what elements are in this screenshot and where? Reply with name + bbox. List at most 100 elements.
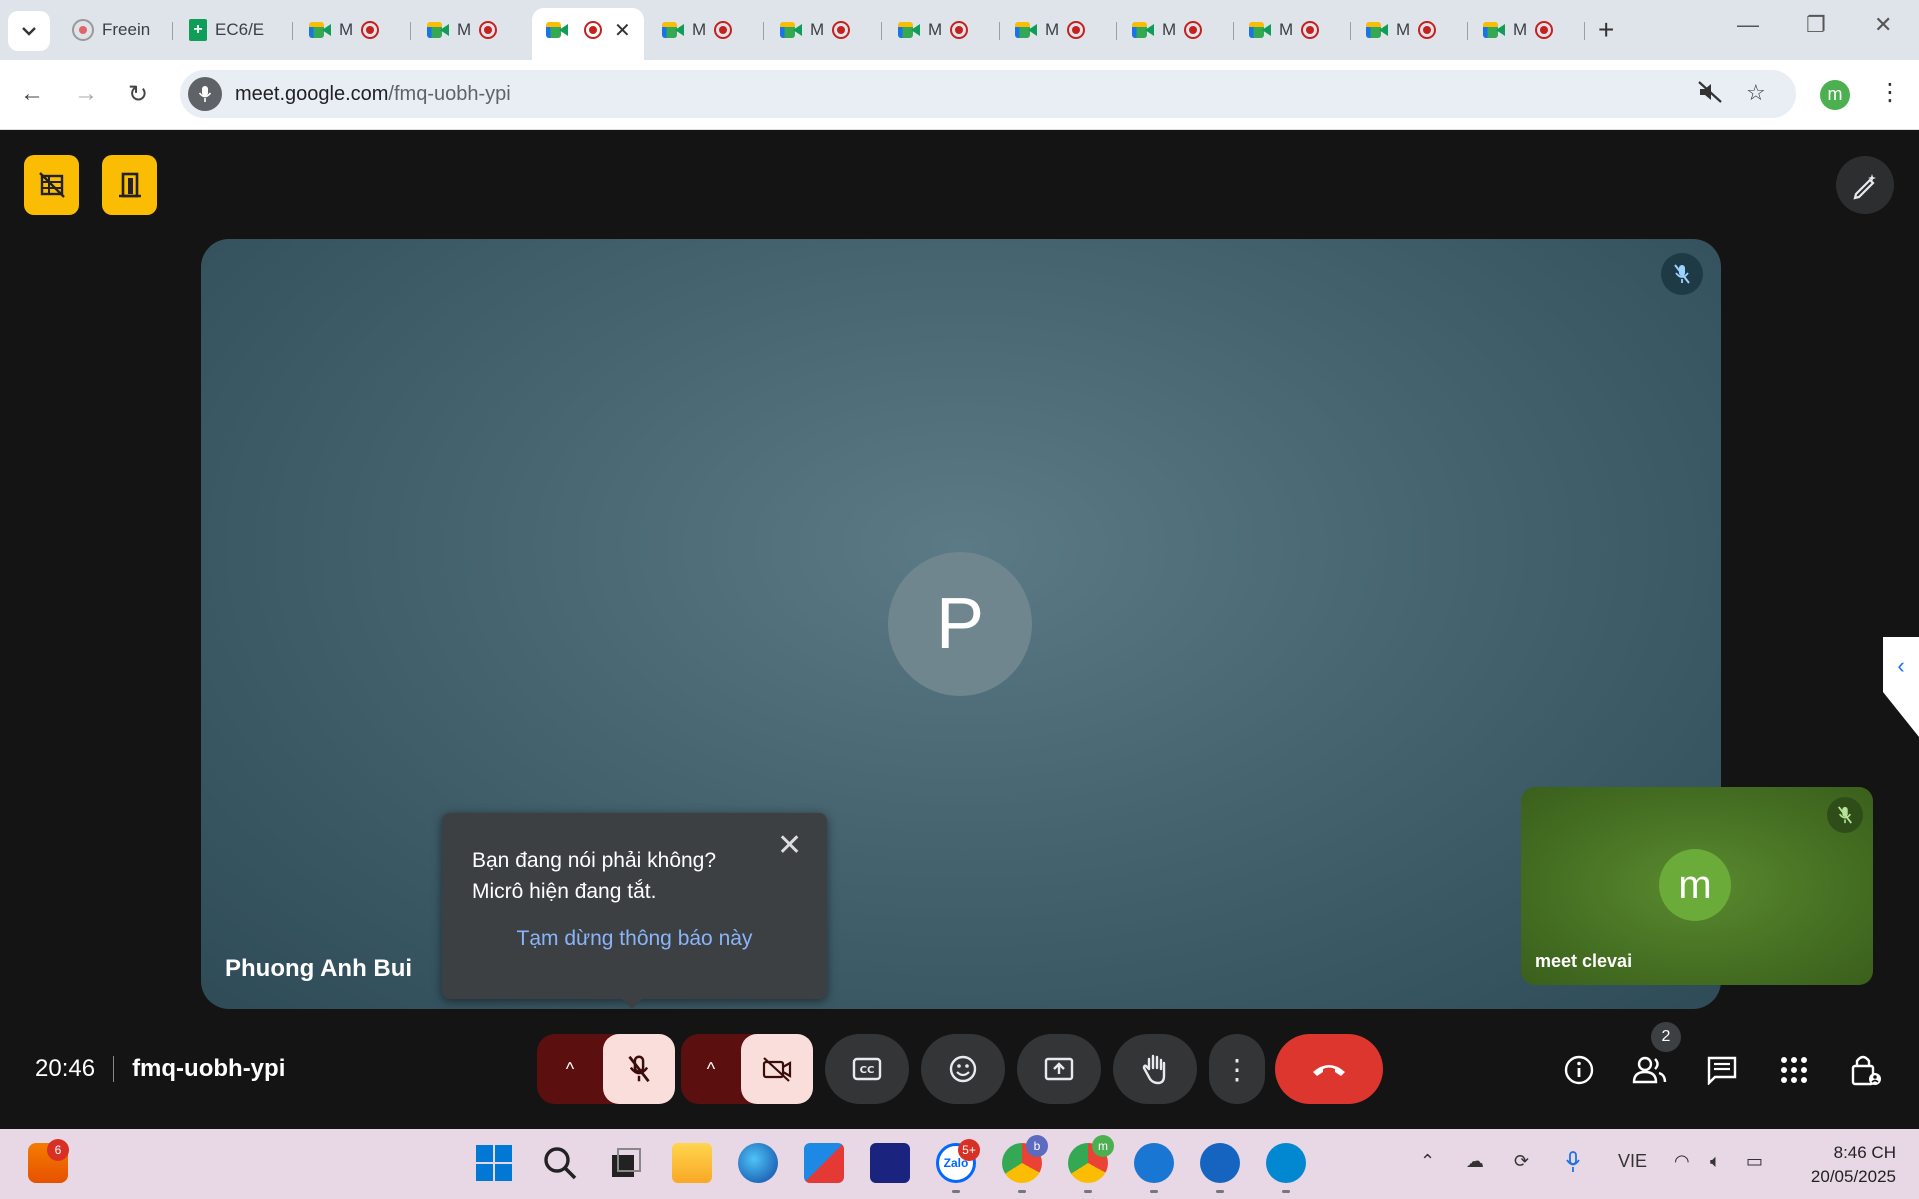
edge-icon[interactable] [738, 1143, 778, 1183]
leave-call-button[interactable] [1275, 1034, 1383, 1104]
reactions-button[interactable] [921, 1034, 1005, 1104]
captions-button[interactable]: CC [825, 1034, 909, 1104]
chat-button[interactable] [1702, 1050, 1742, 1090]
meet-icon [898, 21, 920, 39]
effects-pen-button[interactable] [1836, 156, 1894, 214]
people-icon [1632, 1056, 1667, 1084]
back-button[interactable]: ← [20, 80, 44, 108]
phone-app-icon[interactable] [1134, 1143, 1174, 1183]
tab-label: M [692, 20, 707, 39]
url-text: meet.google.com/fmq-uobh-ypi [235, 83, 511, 106]
self-participant-tile[interactable]: m meet clevai [1521, 787, 1873, 985]
tab-search-button[interactable] [8, 11, 50, 51]
microphone-icon[interactable] [188, 77, 222, 111]
microphone-tray-icon[interactable] [1566, 1151, 1580, 1178]
tab-freein[interactable]: Freein [58, 10, 173, 50]
reload-button[interactable]: ↻ [128, 80, 148, 109]
tab-label: M [457, 20, 472, 39]
restore-button[interactable]: ❐ [1806, 12, 1826, 38]
address-bar[interactable]: meet.google.com/fmq-uobh-ypi ☆ [180, 70, 1796, 118]
tab-meet[interactable]: M [1001, 10, 1117, 50]
recording-icon [832, 21, 851, 39]
self-name: meet clevai [1535, 951, 1633, 971]
meet-icon [780, 21, 802, 39]
windows-start-icon[interactable] [474, 1143, 514, 1183]
host-controls-button[interactable] [1846, 1050, 1886, 1090]
meeting-details-button[interactable] [1559, 1050, 1599, 1090]
side-panel-toggle[interactable]: ‹ [1883, 637, 1919, 737]
search-icon[interactable] [540, 1143, 580, 1183]
tab-meet[interactable]: M [295, 10, 411, 50]
battery-icon[interactable]: ▭ [1746, 1151, 1763, 1172]
more-options-button[interactable]: ⋮ [1209, 1034, 1265, 1104]
tab-label: M [1162, 20, 1177, 39]
info-icon [1564, 1055, 1594, 1085]
hang-up-icon [1313, 1065, 1345, 1076]
people-button[interactable] [1630, 1050, 1670, 1090]
tab-meet-active[interactable]: ✕ [532, 8, 644, 60]
close-tab-icon[interactable]: ✕ [614, 18, 631, 43]
extension-door-button[interactable] [102, 155, 157, 215]
onedrive-icon[interactable]: ☁ [1466, 1151, 1484, 1172]
raise-hand-button[interactable] [1113, 1034, 1197, 1104]
closed-captions-icon: CC [852, 1057, 882, 1081]
store-icon[interactable] [804, 1143, 844, 1183]
app-m-icon[interactable] [870, 1143, 910, 1183]
new-tab-button[interactable]: + [1598, 14, 1614, 46]
tab-meet[interactable]: M [648, 10, 764, 50]
task-view-icon[interactable] [606, 1143, 646, 1183]
mic-options-chevron-up-icon[interactable]: ^ [537, 1059, 603, 1080]
close-icon[interactable]: ✕ [777, 831, 802, 861]
tab-label: M [1279, 20, 1294, 39]
recording-icon [714, 21, 733, 39]
activities-button[interactable] [1774, 1050, 1814, 1090]
camera-options-chevron-up-icon[interactable]: ^ [681, 1059, 741, 1080]
forward-button[interactable]: → [74, 80, 98, 108]
mic-toggle-button[interactable] [603, 1034, 675, 1104]
browser-menu-icon[interactable]: ⋮ [1878, 78, 1902, 107]
minimize-button[interactable]: — [1737, 12, 1759, 38]
volume-icon[interactable]: 🔈︎ [1710, 1151, 1721, 1172]
tab-meet[interactable]: M [413, 10, 529, 50]
windows-taskbar: 6 Zalo 5+ b m ⌃ ☁ ⟳ VIE ◠ 🔈︎ ▭ 8:46 CH 2… [0, 1129, 1919, 1199]
tab-sheet[interactable]: + EC6/E [175, 10, 293, 50]
tab-meet[interactable]: M [884, 10, 1000, 50]
grid-off-icon [38, 172, 65, 198]
wifi-icon[interactable]: ◠ [1674, 1151, 1690, 1172]
meeting-info: 20:46 fmq-uobh-ypi [35, 1055, 285, 1083]
meet-icon [1249, 21, 1271, 39]
meet-icon [546, 21, 568, 39]
recording-icon [1418, 21, 1437, 39]
meeting-code: fmq-uobh-ypi [132, 1055, 286, 1082]
tab-meet[interactable]: M [1352, 10, 1468, 50]
widget-badge: 6 [47, 1139, 69, 1161]
profile-avatar[interactable]: m [1820, 80, 1850, 110]
tab-label: Freein [102, 20, 151, 39]
tab-bar: Freein + EC6/E M M ✕ M M M M M M M M + —… [0, 0, 1919, 60]
tab-meet[interactable]: M [1235, 10, 1351, 50]
sync-icon[interactable]: ⟳ [1514, 1151, 1529, 1172]
tab-muted-icon[interactable] [1697, 80, 1723, 110]
tab-meet[interactable]: M [1469, 10, 1585, 50]
pause-notification-link[interactable]: Tạm dừng thông báo này [442, 927, 827, 951]
tab-meet[interactable]: M [1118, 10, 1234, 50]
remote-desktop-icon[interactable] [1266, 1143, 1306, 1183]
system-clock[interactable]: 8:46 CH 20/05/2025 [1796, 1141, 1896, 1189]
meet-icon [309, 21, 331, 39]
tab-meet[interactable]: M [766, 10, 882, 50]
bookmark-star-icon[interactable]: ☆ [1746, 80, 1766, 106]
camera-toggle-button[interactable] [741, 1034, 813, 1104]
input-language[interactable]: VIE [1618, 1151, 1647, 1172]
close-window-button[interactable]: ✕ [1874, 12, 1892, 38]
speedtest-icon[interactable] [1200, 1143, 1240, 1183]
extension-grid-off-button[interactable] [24, 155, 79, 215]
chevron-up-icon[interactable]: ⌃ [1420, 1151, 1435, 1172]
main-participant-tile[interactable]: P Phuong Anh Bui [201, 239, 1721, 1009]
door-icon [118, 172, 141, 198]
file-explorer-icon[interactable] [672, 1143, 712, 1183]
recording-icon [1535, 21, 1554, 39]
lock-person-icon [1851, 1055, 1881, 1086]
tab-label: M [1396, 20, 1411, 39]
recording-icon [950, 21, 969, 39]
present-screen-button[interactable] [1017, 1034, 1101, 1104]
